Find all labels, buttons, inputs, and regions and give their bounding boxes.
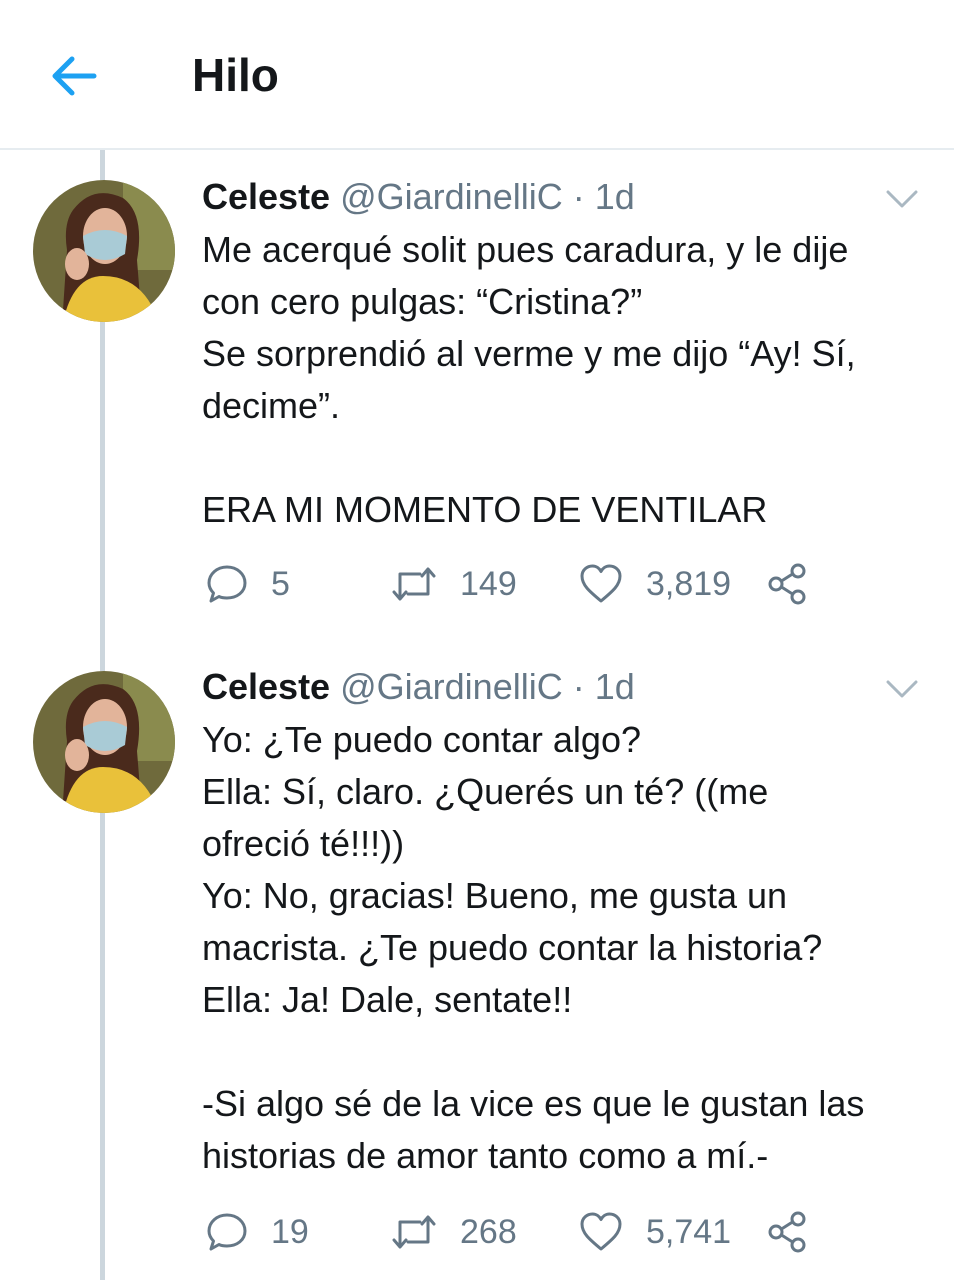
page-title: Hilo [192,49,279,101]
reply-count: 19 [271,1212,309,1251]
like-button[interactable]: 3,819 [578,562,731,606]
tweet-text-line: -Si algo sé de la vice es que le gustan … [202,1083,865,1124]
retweet-count: 268 [460,1212,517,1251]
speech-bubble-icon [207,565,247,603]
tweet-text-line: ERA MI MOMENTO DE VENTILAR [202,489,768,530]
tweet-header: Celeste @GiardinelliC · 1d [202,666,635,708]
separator: · [572,666,585,707]
share-icon [768,1211,806,1253]
like-count: 5,741 [646,1212,732,1251]
author-name[interactable]: Celeste [202,666,330,707]
speech-bubble-icon [207,1213,247,1251]
chevron-down-icon [886,190,918,208]
retweet-icon [392,567,436,601]
reply-button[interactable]: 19 [205,1210,309,1254]
tweet-text: Yo: ¿Te puedo contar algo? Ella: Sí, cla… [202,714,932,1182]
retweet-icon [392,1215,436,1249]
tweet-actions: 5 149 3,819 [0,562,954,612]
tweet-text-line: Yo: ¿Te puedo contar algo? [202,719,641,760]
reply-button[interactable]: 5 [205,562,290,606]
chevron-down-icon [886,680,918,698]
heart-icon [580,564,622,603]
avatar[interactable] [33,671,175,813]
avatar[interactable] [33,180,175,322]
heart-icon [580,1212,622,1251]
share-button[interactable] [766,1210,810,1254]
retweet-button[interactable]: 268 [390,1210,517,1254]
retweet-button[interactable]: 149 [390,562,517,606]
author-handle[interactable]: @GiardinelliC [340,666,563,707]
tweet-text-line: con cero pulgas: “Cristina?” [202,281,643,322]
separator: · [572,176,585,217]
like-button[interactable]: 5,741 [578,1210,731,1254]
tweet-header: Celeste @GiardinelliC · 1d [202,176,635,218]
tweet-menu-button[interactable] [884,672,920,708]
tweet-text-line: ofreció té!!!)) [202,823,405,864]
tweet-text-line: Ella: Ja! Dale, sentate!! [202,979,573,1020]
back-button[interactable] [48,50,100,102]
tweet-text-line: decime”. [202,385,341,426]
arrow-left-icon [52,56,97,96]
retweet-count: 149 [460,564,517,603]
tweet-text-line: Yo: No, gracias! Bueno, me gusta un [202,875,788,916]
tweet-text-line: macrista. ¿Te puedo contar la historia? [202,927,823,968]
share-button[interactable] [766,562,810,606]
like-count: 3,819 [646,564,732,603]
tweet-menu-button[interactable] [884,182,920,218]
tweet-actions: 19 268 5,741 [0,1210,954,1260]
author-name[interactable]: Celeste [202,176,330,217]
tweet-text: Me acerqué solit pues caradura, y le dij… [202,224,932,536]
tweet-text-line: Se sorprendió al verme y me dijo “Ay! Sí… [202,333,856,374]
timestamp[interactable]: 1d [595,666,635,707]
tweet-text-line: historias de amor tanto como a mí.- [202,1135,769,1176]
timestamp[interactable]: 1d [595,176,635,217]
tweet-text-line: Me acerqué solit pues caradura, y le dij… [202,229,849,270]
reply-count: 5 [271,564,290,603]
author-handle[interactable]: @GiardinelliC [340,176,563,217]
top-bar: Hilo [0,0,954,150]
share-icon [768,563,806,605]
tweet-text-line: Ella: Sí, claro. ¿Querés un té? ((me [202,771,769,812]
